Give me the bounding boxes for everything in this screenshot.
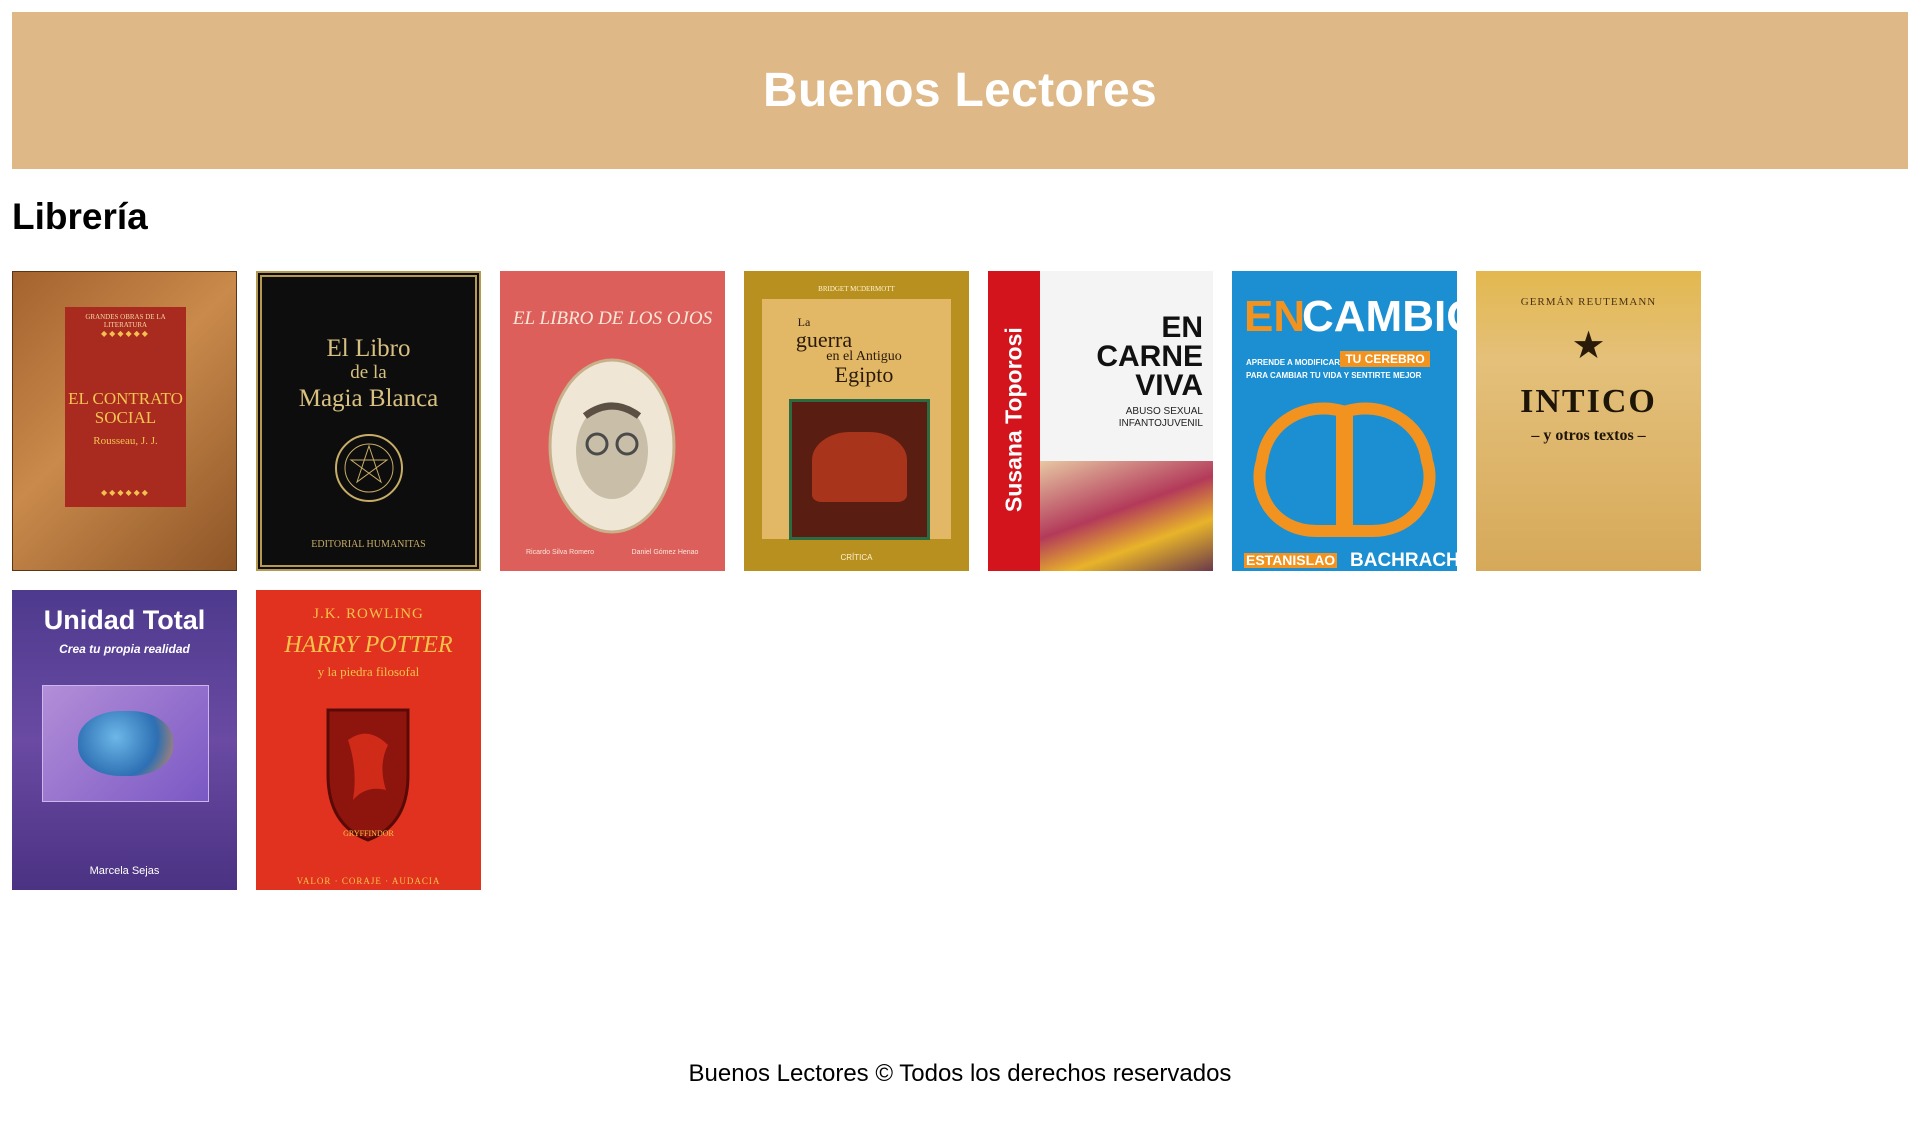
- book-cover-libro-de-los-ojos[interactable]: EL LIBRO DE LOS OJOS Ricardo Silva Romer…: [500, 271, 725, 571]
- section-title: Librería: [12, 196, 148, 237]
- credit-right: Daniel Gómez Henao: [631, 549, 699, 556]
- book-title: INTICO: [1520, 383, 1657, 420]
- pentacle-icon: [335, 434, 403, 502]
- ornament: ◆◆◆◆◆◆: [101, 488, 150, 497]
- book-cover-unidad-total[interactable]: Unidad Total Crea tu propia realidad Mar…: [12, 590, 237, 890]
- book-cover-guerra-antiguo-egipto[interactable]: BRIDGET MCDERMOTT La guerra en el Antigu…: [744, 271, 969, 571]
- motto: VALOR · CORAJE · AUDACIA: [296, 876, 441, 886]
- series-label: GRANDES OBRAS DE LA LITERATURA: [85, 313, 166, 329]
- portrait-illustration: [548, 358, 676, 534]
- credit-left: Ricardo Silva Romero: [525, 549, 595, 556]
- book-author: J.K. ROWLING: [313, 606, 424, 622]
- book-cover-contrato-social[interactable]: GRANDES OBRAS DE LA LITERATURA ◆◆◆◆◆◆ EL…: [12, 271, 237, 571]
- publisher: EDITORIAL HUMANITAS: [311, 539, 426, 550]
- book-title-part1: EN: [1244, 292, 1306, 341]
- house-label: GRYFFINDOR: [343, 829, 394, 838]
- book-title-line2: de la: [350, 362, 387, 383]
- book-author: Marcela Sejas: [89, 865, 160, 877]
- book-title-line1: EL CONTRATO: [68, 389, 183, 408]
- site-footer: Buenos Lectores © Todos los derechos res…: [688, 1060, 1232, 1087]
- book-author: Rousseau, J. J.: [93, 435, 158, 447]
- book-title-line4: Egipto: [834, 362, 894, 387]
- site-title: Buenos Lectores: [763, 64, 1157, 117]
- book-subtitle: Crea tu propia realidad: [59, 642, 190, 656]
- book-title: Unidad Total: [43, 605, 206, 635]
- book-cover-intico[interactable]: GERMÁN REUTEMANN ★ INTICO – y otros text…: [1476, 271, 1701, 571]
- subtitle-line1: APRENDE A MODIFICAR: [1246, 358, 1341, 367]
- publisher: CRÍTICA: [840, 553, 873, 562]
- book-title-line3: VIVA: [1135, 369, 1203, 402]
- author-last: BACHRACH: [1350, 550, 1457, 571]
- book-subtitle: – y otros textos –: [1531, 427, 1646, 444]
- subtitle-line3: PARA CAMBIAR TU VIDA Y SENTIRTE MEJOR: [1246, 371, 1422, 380]
- book-cover-encambio[interactable]: EN CAMBIO APRENDE A MODIFICAR TU CEREBRO…: [1232, 271, 1457, 571]
- site-header: Buenos Lectores: [12, 12, 1908, 169]
- brain-icon: [1253, 402, 1436, 537]
- egyptian-artwork: [789, 399, 930, 540]
- book-grid: GRANDES OBRAS DE LA LITERATURA ◆◆◆◆◆◆ EL…: [12, 271, 1712, 890]
- book-cover-magia-blanca[interactable]: El Libro de la Magia Blanca EDITORIAL HU…: [256, 271, 481, 571]
- book-title: EL LIBRO DE LOS OJOS: [512, 308, 713, 329]
- book-cover-en-carne-viva[interactable]: Susana Toporosi EN CARNE VIVA ABUSO SEXU…: [988, 271, 1213, 571]
- book-title-line1: El Libro: [326, 335, 411, 362]
- crayons-photo: [1040, 461, 1213, 571]
- gryffindor-crest-icon: [326, 708, 410, 842]
- book-subtitle: y la piedra filosofal: [317, 664, 420, 679]
- book-title-line2: SOCIAL: [94, 408, 157, 427]
- subtitle-highlight: TU CEREBRO: [1340, 351, 1430, 367]
- subtitle-line2: INFANTOJUVENIL: [1118, 418, 1203, 429]
- book-author: GERMÁN REUTEMANN: [1520, 296, 1657, 308]
- ornament: ◆◆◆◆◆◆: [101, 329, 150, 338]
- book-title: HARRY POTTER: [284, 632, 453, 658]
- book-cover-harry-potter[interactable]: J.K. ROWLING HARRY POTTER y la piedra fi…: [256, 590, 481, 890]
- book-title-part2: CAMBIO: [1302, 292, 1457, 341]
- star-icon: ★: [1571, 325, 1606, 367]
- hands-photo: [42, 685, 209, 802]
- book-author: Susana Toporosi: [1000, 327, 1027, 513]
- book-author: BRIDGET MCDERMOTT: [818, 285, 895, 293]
- book-title-line3: Magia Blanca: [298, 385, 439, 412]
- subtitle-line1: ABUSO SEXUAL: [1125, 406, 1203, 417]
- author-first: ESTANISLAO: [1244, 552, 1338, 569]
